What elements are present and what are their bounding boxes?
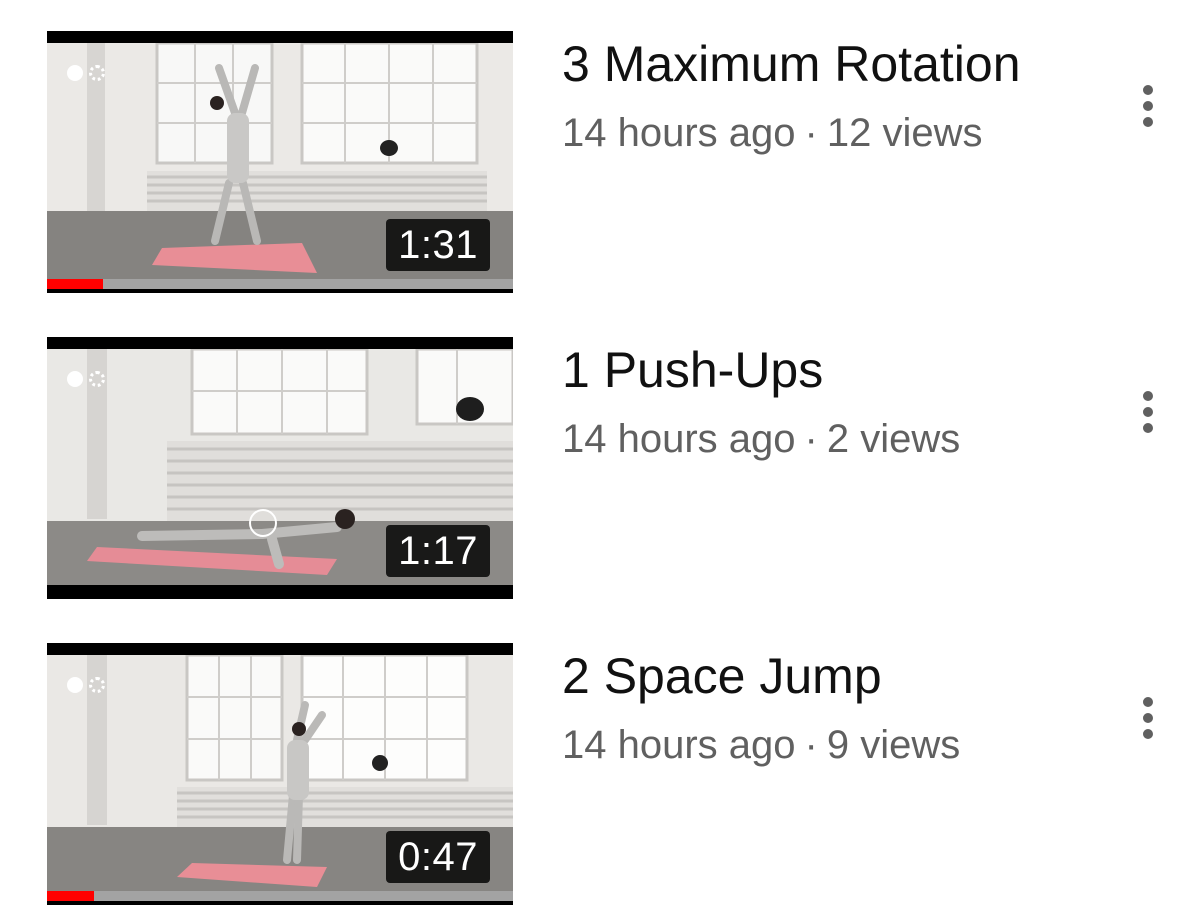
video-list-item[interactable]: 1:17 1 Push-Ups 14 hours ago · 2 views	[0, 337, 1200, 607]
video-meta: 14 hours ago · 12 views	[562, 107, 982, 159]
upload-age: 14 hours ago	[562, 417, 796, 461]
meta-separator: ·	[804, 111, 818, 155]
video-meta: 14 hours ago · 9 views	[562, 719, 960, 771]
meta-separator: ·	[804, 723, 818, 767]
video-meta: 14 hours ago · 2 views	[562, 413, 960, 465]
watch-progress-fill	[47, 279, 103, 289]
upload-age: 14 hours ago	[562, 111, 796, 155]
video-title[interactable]: 3 Maximum Rotation	[562, 33, 1021, 95]
meta-separator: ·	[804, 417, 818, 461]
video-thumbnail[interactable]: 1:31	[47, 31, 513, 293]
video-thumbnail[interactable]: 0:47	[47, 643, 513, 905]
video-thumbnail[interactable]: 1:17	[47, 337, 513, 599]
watch-progress-fill	[47, 891, 94, 901]
video-list-item[interactable]: 0:47 2 Space Jump 14 hours ago · 9 views	[0, 643, 1200, 913]
view-count: 9 views	[826, 723, 961, 767]
view-count: 12 views	[826, 111, 983, 155]
watch-progress-bar	[47, 891, 513, 901]
more-vert-icon[interactable]	[1130, 383, 1166, 439]
more-vert-icon[interactable]	[1130, 77, 1166, 133]
duration-badge: 0:47	[386, 831, 490, 883]
video-list-item[interactable]: 1:31 3 Maximum Rotation 14 hours ago · 12 …	[0, 31, 1200, 301]
duration-badge: 1:17	[386, 525, 490, 577]
video-title[interactable]: 1 Push-Ups	[562, 339, 823, 401]
watch-progress-bar	[47, 279, 513, 289]
upload-age: 14 hours ago	[562, 723, 796, 767]
duration-badge: 1:31	[386, 219, 490, 271]
video-title[interactable]: 2 Space Jump	[562, 645, 882, 707]
view-count: 2 views	[826, 417, 961, 461]
more-vert-icon[interactable]	[1130, 689, 1166, 745]
